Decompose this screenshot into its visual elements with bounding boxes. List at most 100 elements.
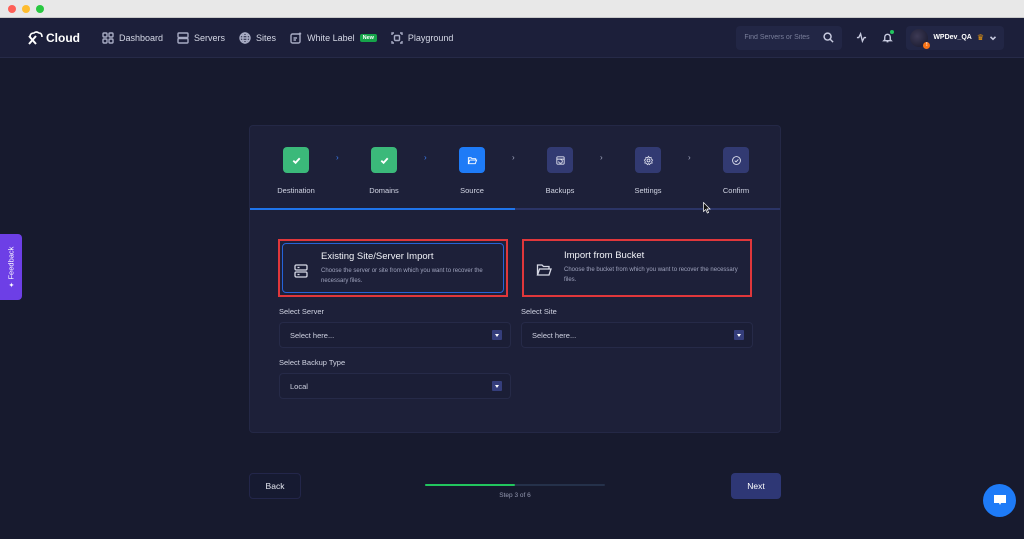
wizard-progress: Step 3 of 6 [425, 484, 605, 499]
nav-item-white-label[interactable]: White Label New [290, 32, 377, 44]
step-confirm[interactable]: Confirm [692, 147, 780, 209]
logo-text: Cloud [46, 30, 80, 45]
step-label: Confirm [722, 186, 750, 195]
step-settings[interactable]: Settings [604, 147, 692, 209]
wizard-footer: Back Step 3 of 6 Next [249, 473, 781, 499]
step-source[interactable]: Source [428, 147, 516, 209]
select-value: Local [290, 381, 308, 391]
field-label: Select Backup Type [279, 358, 346, 367]
folder-open-icon [467, 156, 477, 164]
dashboard-grid-icon [102, 31, 114, 44]
step-domains[interactable]: Domains [340, 147, 428, 209]
logo[interactable]: Cloud [26, 30, 80, 46]
server-icon [177, 31, 189, 44]
select-server-field: Select Server Select here... [279, 307, 511, 348]
stepper-progress-fill [250, 208, 515, 210]
search-input[interactable] [744, 34, 820, 41]
select-value: Select here... [290, 330, 335, 340]
gear-icon [643, 155, 653, 165]
chat-icon [993, 495, 1006, 505]
step-label: Settings [634, 186, 662, 195]
feedback-tab[interactable]: ✦ Feedback [0, 234, 22, 300]
step-status-pending [547, 147, 573, 173]
window-titlebar [0, 0, 1024, 18]
nav-item-label: Sites [256, 32, 277, 43]
step-counter: Step 3 of 6 [499, 492, 531, 499]
nav-item-label: Dashboard [119, 32, 164, 43]
nav-item-label: Servers [194, 32, 226, 43]
top-navbar: Cloud Dashboard Servers Sites White Labe… [0, 18, 1024, 58]
step-label: Destination [277, 186, 315, 195]
nav-item-dashboard[interactable]: Dashboard [102, 31, 164, 44]
field-label: Select Site [521, 307, 557, 316]
step-backups[interactable]: Backups [516, 147, 604, 209]
step-status-done [371, 147, 397, 173]
avatar: ! [910, 28, 931, 49]
option-existing-site-server-import[interactable]: Existing Site/Server Import Choose the s… [278, 239, 508, 297]
step-label: Source [460, 186, 484, 195]
activity-button[interactable] [854, 31, 868, 45]
backup-icon [555, 155, 565, 165]
back-button[interactable]: Back [249, 473, 301, 499]
server-stack-icon [294, 264, 308, 278]
mouse-cursor-icon [703, 202, 711, 214]
window-minimize-button[interactable] [22, 4, 30, 13]
field-label: Select Server [279, 307, 325, 316]
select-backup-type-field: Select Backup Type Local [279, 358, 511, 399]
step-label: Backups [545, 186, 575, 195]
new-badge: New [359, 33, 377, 42]
chevron-down-icon [989, 35, 997, 40]
caret-down-icon [492, 381, 502, 391]
select-site-dropdown[interactable]: Select here... [521, 322, 753, 348]
playground-icon [391, 31, 403, 44]
search-box[interactable] [736, 25, 843, 50]
nav-item-label: Playground [407, 32, 454, 43]
check-icon [292, 157, 300, 164]
user-menu[interactable]: ! WPDev_QA ♛ [906, 25, 1004, 50]
select-backup-type-dropdown[interactable]: Local [279, 373, 511, 399]
next-button[interactable]: Next [731, 473, 781, 499]
option-description: Choose the bucket from which you want to… [564, 267, 738, 284]
notifications-button[interactable] [880, 29, 895, 45]
select-server-dropdown[interactable]: Select here... [279, 322, 511, 348]
cloud-logo-icon [28, 30, 43, 45]
check-icon [380, 157, 388, 164]
option-title: Import from Bucket [564, 250, 645, 261]
source-fields: Select Server Select here... Select Site… [250, 297, 780, 409]
select-site-field: Select Site Select here... [521, 307, 753, 348]
step-destination[interactable]: Destination [252, 147, 340, 209]
option-description: Choose the server or site from which you… [321, 268, 483, 285]
search-icon[interactable] [823, 32, 834, 43]
feedback-label: Feedback [6, 246, 16, 280]
step-label: Domains [369, 186, 399, 195]
white-label-icon [290, 32, 302, 44]
step-status-pending [635, 147, 661, 173]
step-status-pending [723, 147, 749, 173]
step-status-done [283, 147, 309, 173]
nav-item-label: White Label [307, 32, 355, 43]
nav-item-playground[interactable]: Playground [391, 31, 454, 44]
globe-icon [239, 31, 251, 44]
window-maximize-button[interactable] [36, 4, 44, 13]
window-close-button[interactable] [8, 4, 16, 13]
avatar-badge: ! [923, 41, 931, 49]
check-circle-icon [731, 155, 741, 165]
source-options: Existing Site/Server Import Choose the s… [250, 209, 780, 297]
folder-open-icon [536, 264, 552, 276]
nav-item-servers[interactable]: Servers [177, 31, 226, 44]
chat-support-button[interactable] [983, 484, 1016, 517]
select-value: Select here... [532, 330, 577, 340]
caret-down-icon [734, 330, 744, 340]
user-name: WPDev_QA [933, 34, 972, 41]
notification-dot [890, 29, 895, 34]
crown-icon: ♛ [976, 33, 984, 42]
step-status-active [459, 147, 485, 173]
option-import-from-bucket[interactable]: Import from Bucket Choose the bucket fro… [522, 239, 752, 297]
option-title: Existing Site/Server Import [321, 251, 434, 262]
nav-item-sites[interactable]: Sites [239, 31, 277, 44]
wizard-progress-track [425, 484, 605, 486]
wizard-stepper: Destination › Domains › Source › Backups… [250, 126, 780, 210]
sparkle-icon: ✦ [8, 281, 14, 289]
bell-icon [881, 33, 893, 43]
wizard-progress-fill [425, 484, 515, 486]
